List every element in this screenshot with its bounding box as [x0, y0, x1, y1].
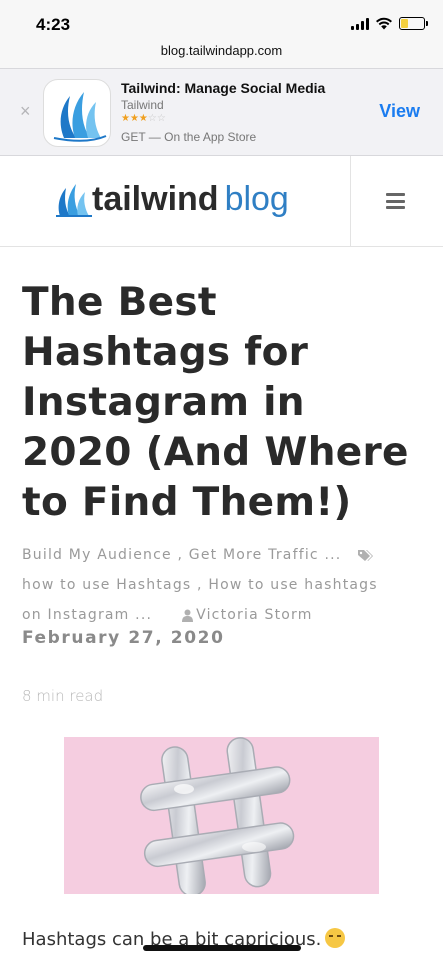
banner-developer: Tailwind: [121, 98, 164, 112]
tailwind-logo-icon: [56, 184, 92, 217]
tag-links-line-2[interactable]: on Instagram ...: [22, 600, 152, 630]
url-bar[interactable]: blog.tailwindapp.com: [0, 40, 443, 68]
hamburger-menu-icon[interactable]: [386, 193, 405, 209]
article-title: The Best Hashtags for Instagram in 2020 …: [22, 280, 409, 525]
logo-word-blog: blog: [224, 180, 289, 218]
category-links[interactable]: Build My Audience , Get More Traffic ...: [22, 540, 341, 570]
home-indicator[interactable]: [143, 945, 301, 951]
app-store-banner[interactable]: × Tailwind: Manage Social Media Tailwind…: [0, 68, 443, 156]
status-time: 4:23: [36, 15, 71, 34]
rating-filled-stars: ★★★: [121, 113, 148, 124]
banner-app-title: Tailwind: Manage Social Media: [121, 80, 326, 96]
hero-image-hashtag-balloon: [64, 737, 379, 894]
rating-empty-stars: ☆☆: [147, 113, 166, 124]
tag-icon: [358, 549, 374, 561]
cellular-signal-icon: [351, 17, 369, 30]
read-time: 8 min read: [22, 687, 104, 705]
site-header: tailwind blog: [0, 156, 443, 247]
article-meta: Build My Audience , Get More Traffic ...…: [22, 540, 427, 630]
author-link[interactable]: Victoria Storm: [196, 600, 312, 630]
status-bar: 4:23: [0, 0, 443, 40]
site-logo[interactable]: tailwind blog: [54, 180, 289, 220]
banner-rating: ★★★☆☆: [121, 113, 166, 124]
view-button[interactable]: View: [379, 101, 420, 122]
status-icons: [351, 17, 428, 30]
close-icon[interactable]: ×: [20, 101, 31, 122]
wifi-icon: [376, 17, 392, 30]
tag-links-line-1[interactable]: how to use Hashtags , How to use hashtag…: [22, 570, 378, 600]
banner-store-text: GET — On the App Store: [121, 130, 257, 144]
unamused-face-icon: [325, 928, 346, 948]
app-icon: [43, 79, 111, 147]
header-divider: [350, 156, 351, 247]
publish-date: February 27, 2020: [22, 628, 225, 648]
battery-icon: [399, 17, 428, 30]
logo-word-tailwind: tailwind: [92, 180, 219, 218]
user-icon: [182, 609, 194, 622]
